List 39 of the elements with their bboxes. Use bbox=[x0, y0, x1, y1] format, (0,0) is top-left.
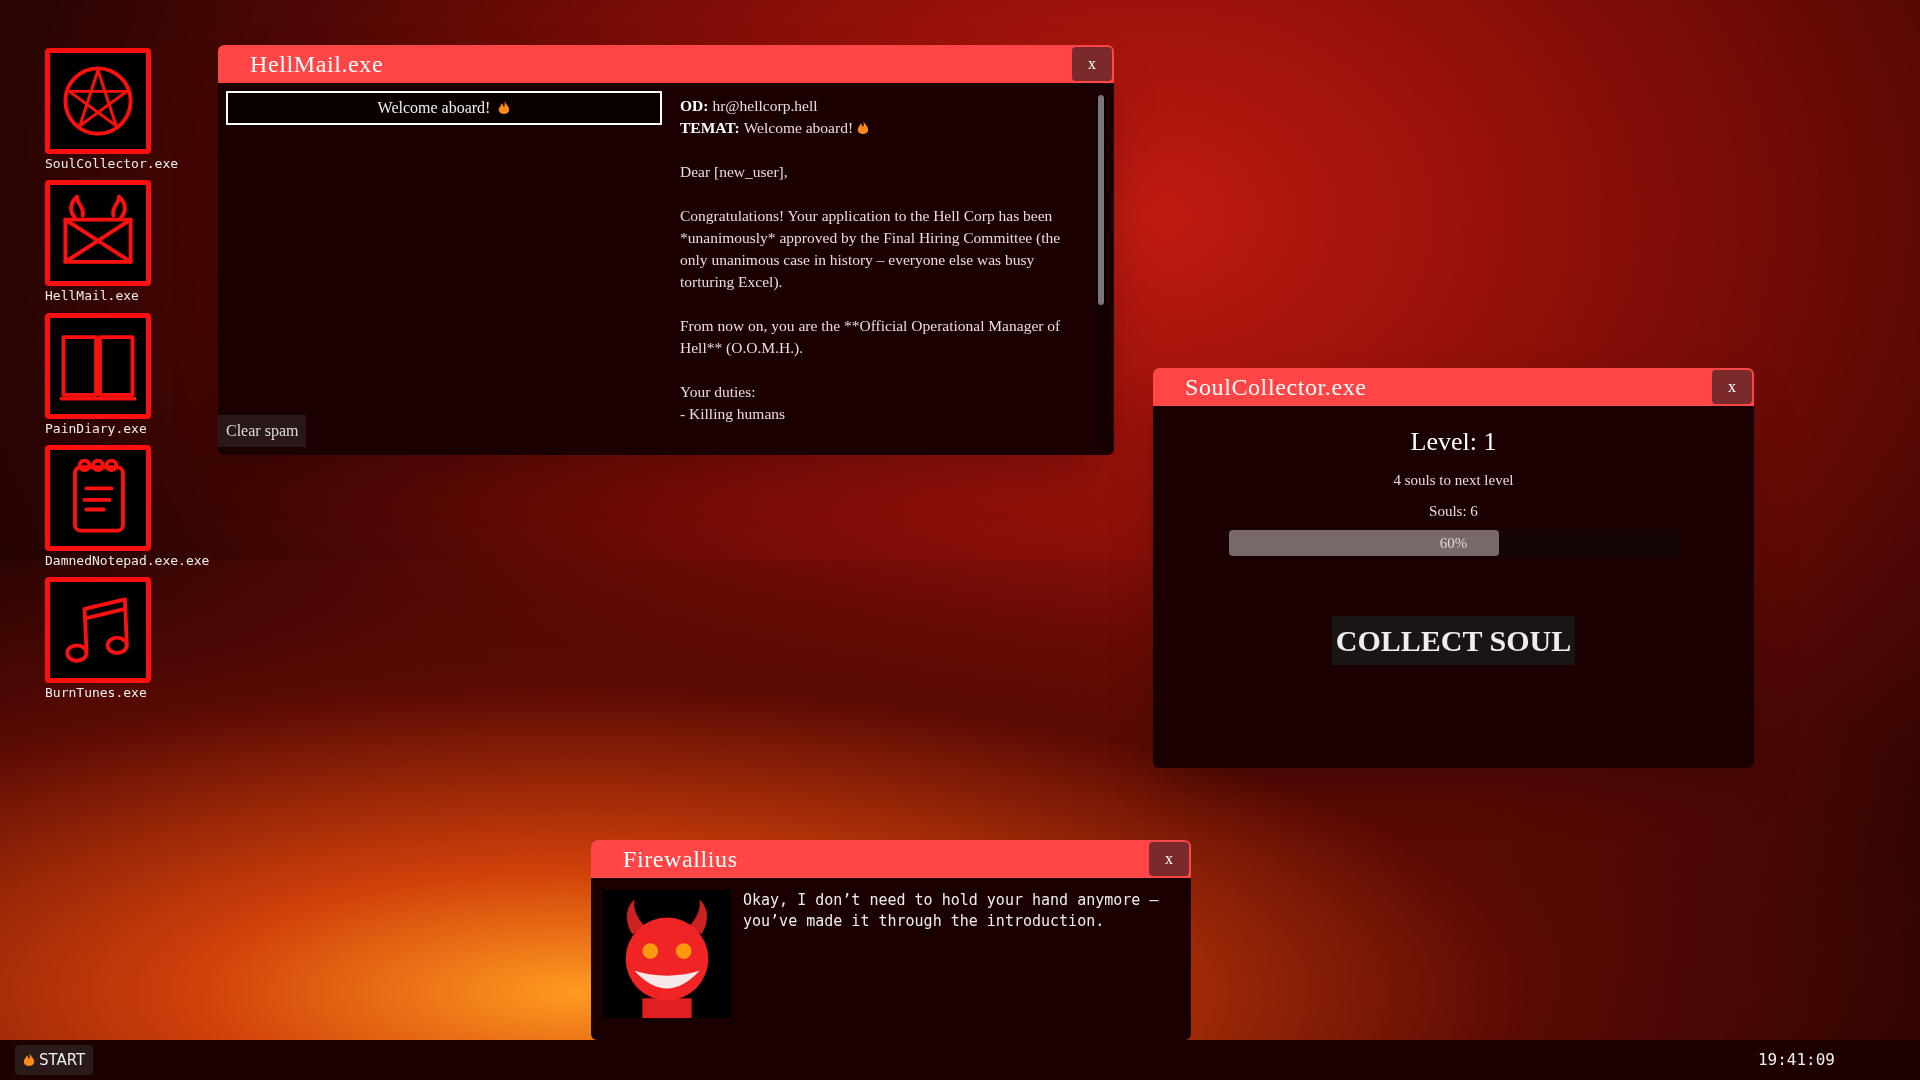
desktop-icon-label[interactable]: BurnTunes.exe bbox=[45, 685, 147, 702]
collect-soul-button[interactable]: COLLECT SOUL bbox=[1331, 616, 1576, 665]
pentagram-icon[interactable] bbox=[45, 48, 151, 154]
book-icon[interactable] bbox=[45, 312, 151, 419]
scrollbar[interactable] bbox=[1096, 95, 1106, 443]
email-body-text: - Killing humans bbox=[680, 404, 787, 424]
progress-percent: 60% bbox=[1439, 533, 1468, 553]
souls-count: Souls: 6 bbox=[1429, 501, 1478, 521]
email-body-text: Your duties: bbox=[680, 382, 757, 402]
flame-icon bbox=[498, 100, 511, 116]
sender-address: hr@hellcorp.hell bbox=[712, 96, 818, 116]
close-button[interactable]: x bbox=[1072, 47, 1112, 81]
dialogue-text: Okay, I don’t need to hold your hand anymore – you’ve made it through the introduction. bbox=[743, 890, 1160, 932]
souls-to-next-level-text: 4 souls to next level bbox=[1393, 471, 1514, 490]
window-title: SoulCollector.exe bbox=[1184, 375, 1367, 399]
mail-list-item[interactable]: Welcome aboard! bbox=[226, 91, 662, 125]
desktop-icon-label[interactable]: HellMail.exe bbox=[45, 288, 139, 305]
flame-icon bbox=[23, 1052, 35, 1068]
start-button[interactable]: START bbox=[15, 1045, 94, 1075]
horned-envelope-icon[interactable] bbox=[45, 180, 151, 287]
desktop-icon-label[interactable]: DamnedNotepad.exe.exe bbox=[45, 552, 210, 569]
desktop-icon-label[interactable]: PainDiary.exe bbox=[45, 420, 147, 437]
email-body-text: Congratulations! Your application to the Hell Corp has been *unanimously* approved by the Final Hiring Committee (the only unanimous case in history – everyone else was busy torturing Excel). bbox=[680, 206, 1062, 292]
level-heading: Level: 1 bbox=[1410, 426, 1497, 458]
email-body-text: From now on, you are the **Official Operational Manager of Hell** (O.O.M.H.). bbox=[680, 316, 1062, 358]
email-subject: Welcome aboard! bbox=[743, 118, 854, 138]
close-button[interactable]: x bbox=[1712, 370, 1752, 404]
from-label: OD: bbox=[680, 96, 709, 116]
desktop-icon-label[interactable]: SoulCollector.exe bbox=[45, 156, 179, 173]
clock: 19:41:09 bbox=[1757, 1049, 1835, 1071]
close-button[interactable]: x bbox=[1149, 842, 1189, 876]
email-body-text: Dear [new_user], bbox=[680, 162, 789, 182]
flame-icon bbox=[857, 120, 870, 136]
notepad-icon[interactable] bbox=[45, 444, 151, 551]
music-note-icon[interactable] bbox=[45, 577, 151, 683]
window-title: HellMail.exe bbox=[249, 52, 384, 76]
subject-label: TEMAT: bbox=[680, 118, 740, 138]
clear-spam-button[interactable]: Clear spam bbox=[218, 415, 307, 447]
window-title: Firewallius bbox=[622, 847, 738, 871]
